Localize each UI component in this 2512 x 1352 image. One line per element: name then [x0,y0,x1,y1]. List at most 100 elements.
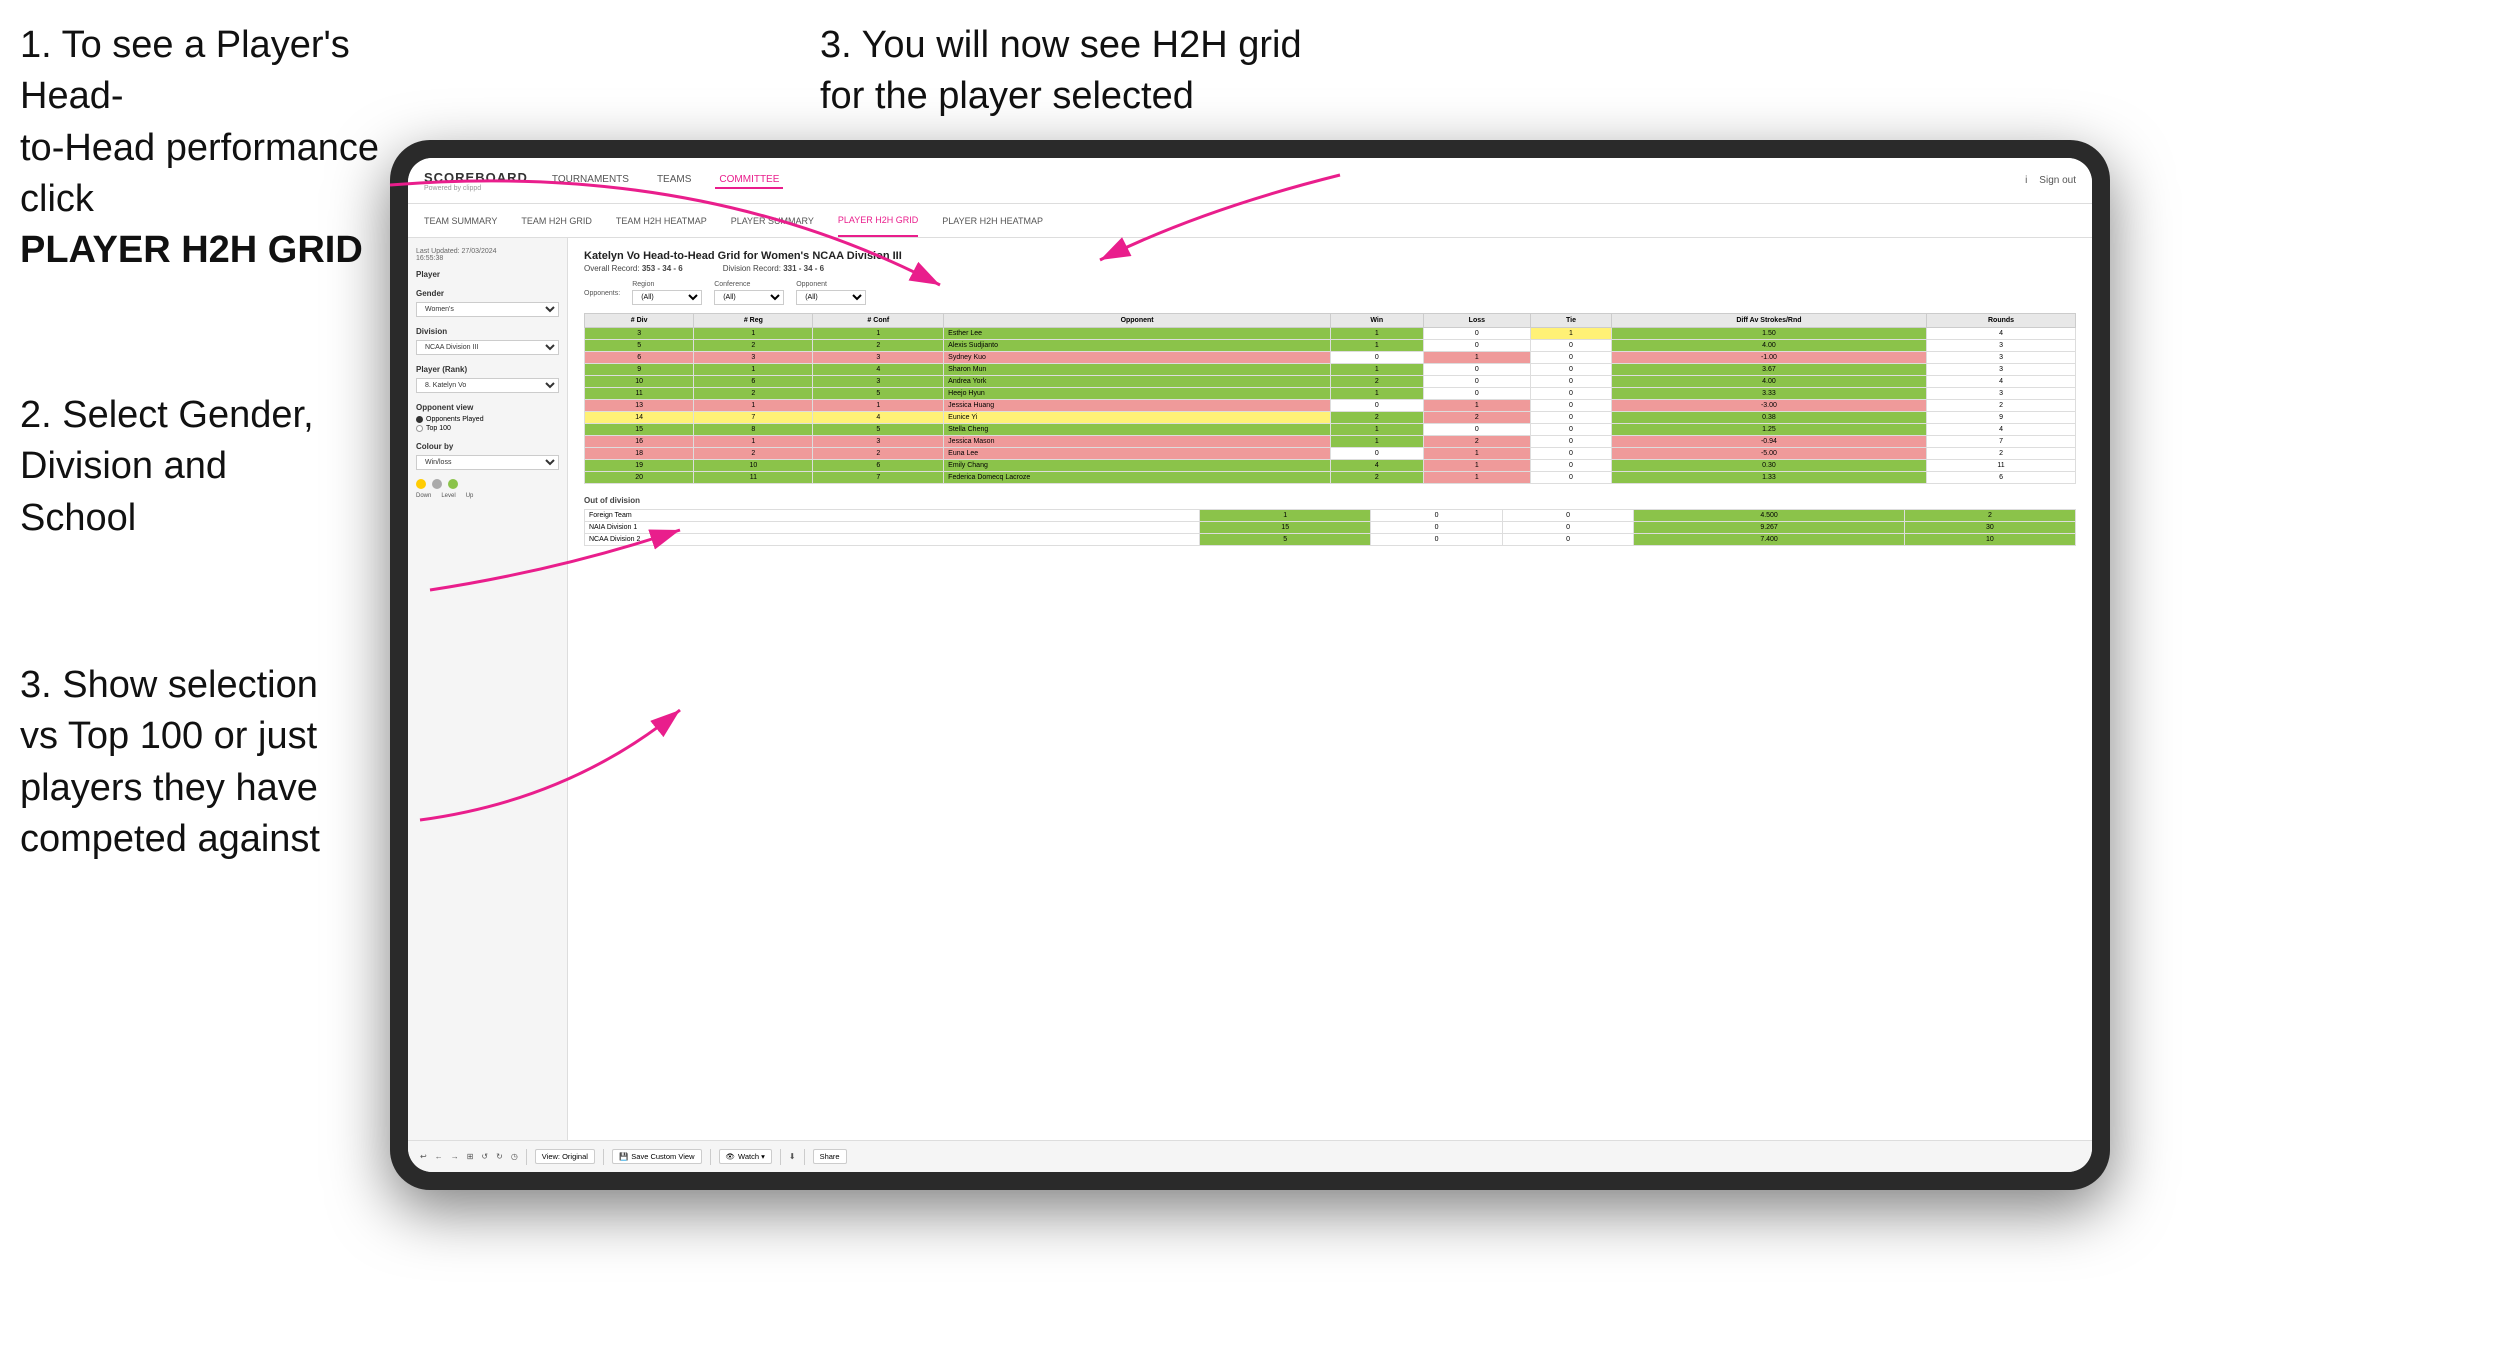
th-opponent: Opponent [944,314,1331,328]
watch-btn[interactable]: 👁 Watch ▾ [719,1149,772,1164]
region-filter-select[interactable]: (All) [632,290,702,305]
table-row: 16 1 3 Jessica Mason 1 2 0 -0.94 7 [585,436,2076,448]
radio-opponents-played[interactable]: Opponents Played [416,416,559,423]
radio-circle-1 [416,416,423,423]
division-section: Division NCAA Division III NCAA Division… [416,327,559,355]
out-of-division-label: Out of division [584,496,2076,505]
table-row: 15 8 5 Stella Cheng 1 0 0 1.25 4 [585,424,2076,436]
instruction-bold: PLAYER H2H GRID [20,229,363,271]
radio-top100[interactable]: Top 100 [416,425,559,432]
instruction-bl-4: competed against [20,818,320,860]
toolbar-redo2[interactable]: ↻ [496,1152,503,1161]
subnav-player-h2h-grid[interactable]: PLAYER H2H GRID [838,204,918,237]
save-icon: 💾 [619,1152,628,1161]
instruction-ml-3: School [20,497,136,539]
subnav-team-h2h-grid[interactable]: TEAM H2H GRID [521,204,592,237]
nav-signout[interactable]: Sign out [2039,175,2076,186]
subnav-player-summary[interactable]: PLAYER SUMMARY [731,204,814,237]
sub-nav: TEAM SUMMARY TEAM H2H GRID TEAM H2H HEAT… [408,204,2092,238]
gender-label: Gender [416,289,559,298]
colour-label: Colour by [416,442,559,451]
data-title: Katelyn Vo Head-to-Head Grid for Women's… [584,250,2076,262]
logo-text: SCOREBOARD [424,170,528,185]
toolbar-grid[interactable]: ⊞ [467,1152,474,1161]
division-record-label: Division Record: 331 - 34 - 6 [723,264,824,273]
share-label: Share [820,1152,840,1161]
instruction-tr-1: 3. You will now see H2H grid [820,24,1302,66]
share-btn[interactable]: Share [813,1149,847,1164]
opponents-label: Opponents: [584,290,620,297]
toolbar-download[interactable]: ⬇ [789,1152,796,1161]
instruction-ml-2: Division and [20,445,227,487]
gender-select[interactable]: Women's Men's [416,302,559,317]
player-rank-select[interactable]: 8. Katelyn Vo [416,378,559,393]
table-row: 20 11 7 Federica Domecq Lacroze 2 1 0 1.… [585,472,2076,484]
nav-teams[interactable]: TEAMS [653,172,695,189]
radio-circle-2 [416,425,423,432]
label-up: Up [466,493,474,499]
subnav-team-h2h-heatmap[interactable]: TEAM H2H HEATMAP [616,204,707,237]
colour-select[interactable]: Win/loss [416,455,559,470]
radio-label-2: Top 100 [426,425,451,432]
table-row: 6 3 3 Sydney Kuo 0 1 0 -1.00 3 [585,352,2076,364]
instruction-bl-2: vs Top 100 or just [20,715,317,757]
tablet-screen: SCOREBOARD Powered by clippd TOURNAMENTS… [408,158,2092,1172]
instructions-top-right: 3. You will now see H2H grid for the pla… [820,20,1302,123]
division-select[interactable]: NCAA Division III NCAA Division I NCAA D… [416,340,559,355]
conference-filter-select[interactable]: (All) [714,290,784,305]
nav-right: i Sign out [2025,175,2076,186]
player-section: Player [416,270,559,279]
save-custom-btn[interactable]: 💾 Save Custom View [612,1149,702,1164]
watch-label: Watch ▾ [738,1152,765,1161]
toolbar-sep-4 [780,1149,781,1165]
nav-committee[interactable]: COMMITTEE [715,172,783,189]
player-label: Player [416,270,559,279]
div-label: Division Record: [723,264,781,273]
ood-table-row: NCAA Division 2 5 0 0 7.400 10 [585,534,2076,546]
tablet: SCOREBOARD Powered by clippd TOURNAMENTS… [390,140,2110,1190]
toolbar-sep-1 [526,1149,527,1165]
table-row: 14 7 4 Eunice Yi 2 2 0 0.38 9 [585,412,2076,424]
toolbar-redo1[interactable]: ↺ [481,1152,488,1161]
nav-info: i [2025,175,2027,186]
opponent-view-section: Opponent view Opponents Played Top 100 [416,403,559,432]
toolbar-sep-3 [710,1149,711,1165]
player-rank-label: Player (Rank) [416,365,559,374]
dot-level [432,479,442,489]
th-div: # Div [585,314,694,328]
left-panel: Last Updated: 27/03/2024 16:55:38 Player… [408,238,568,1140]
data-record-row: Overall Record: 353 - 34 - 6 Division Re… [584,264,2076,273]
toolbar-undo[interactable]: ↩ [420,1152,427,1161]
subnav-player-h2h-heatmap[interactable]: PLAYER H2H HEATMAP [942,204,1043,237]
ood-table-body: Foreign Team 1 0 0 4.500 2 NAIA Division… [585,510,2076,546]
ood-table-row: Foreign Team 1 0 0 4.500 2 [585,510,2076,522]
toolbar-clock[interactable]: ◷ [511,1152,518,1161]
opponent-filter-select[interactable]: (All) [796,290,866,305]
toolbar-sep-2 [603,1149,604,1165]
bottom-toolbar: ↩ ← → ⊞ ↺ ↻ ◷ View: Original 💾 Save Cust… [408,1140,2092,1172]
toolbar-back[interactable]: ← [435,1152,443,1161]
nav-tournaments[interactable]: TOURNAMENTS [548,172,633,189]
region-filter-label: Region [632,281,702,288]
table-row: 18 2 2 Euna Lee 0 1 0 -5.00 2 [585,448,2076,460]
opponent-filter-label: Opponent [796,281,866,288]
overall-record-label: Overall Record: 353 - 34 - 6 [584,264,683,273]
player-rank-section: Player (Rank) 8. Katelyn Vo [416,365,559,393]
toolbar-forward[interactable]: → [451,1152,459,1161]
view-original-btn[interactable]: View: Original [535,1149,595,1164]
instructions-bot-left: 3. Show selection vs Top 100 or just pla… [20,660,320,865]
radio-label-1: Opponents Played [426,416,484,423]
filter-row: Opponents: Region (All) Conference (All) [584,281,2076,305]
th-conf: # Conf [813,314,944,328]
ood-table-row: NAIA Division 1 15 0 0 9.267 30 [585,522,2076,534]
instruction-tr-2: for the player selected [820,75,1194,117]
subnav-team-summary[interactable]: TEAM SUMMARY [424,204,497,237]
filter-region: Region (All) [632,281,702,305]
main-grid-table: # Div # Reg # Conf Opponent Win Loss Tie… [584,313,2076,484]
overall-label: Overall Record: [584,264,640,273]
filter-opponent: Opponent (All) [796,281,866,305]
save-custom-label: Save Custom View [631,1152,694,1161]
logo-sub: Powered by clippd [424,185,528,192]
dot-up [448,479,458,489]
table-row: 3 1 1 Esther Lee 1 0 1 1.50 4 [585,328,2076,340]
